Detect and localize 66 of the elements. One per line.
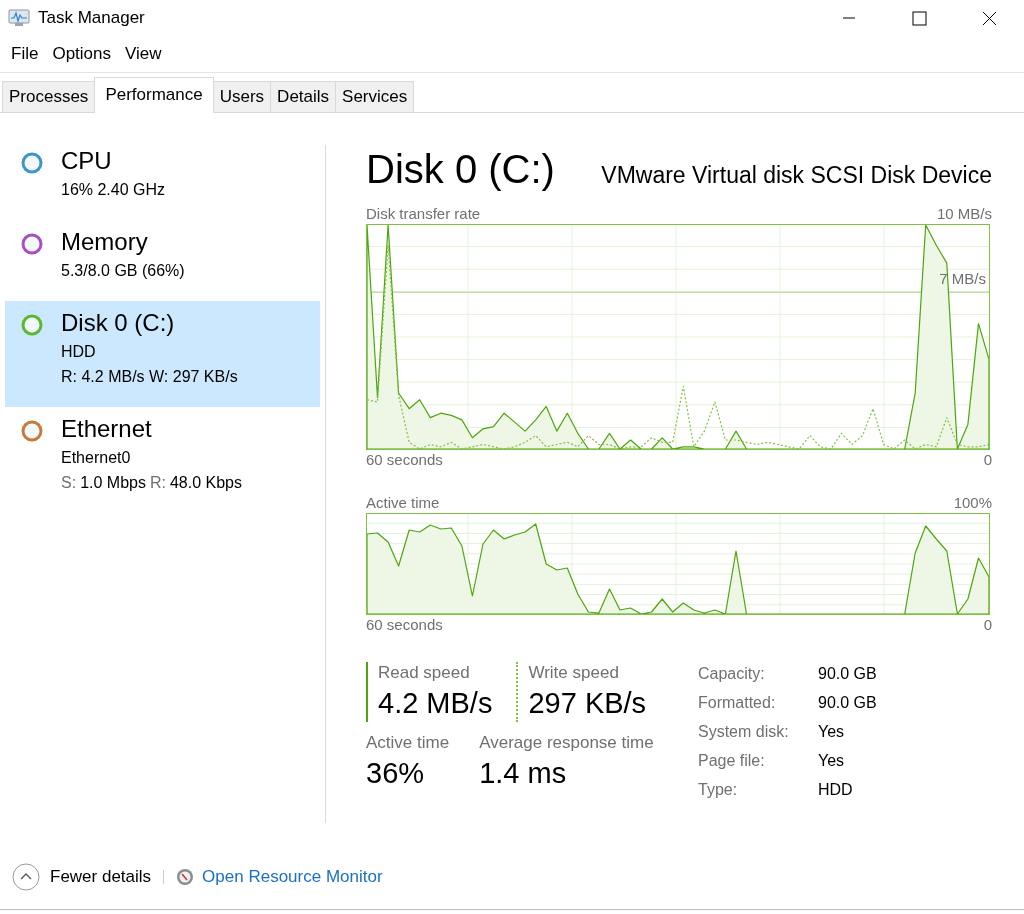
stat-label: Average response time <box>479 732 654 754</box>
time-span-label: 60 seconds <box>366 615 443 635</box>
item-detail: R: 4.2 MB/s W: 297 KB/s <box>61 367 239 387</box>
property-value: 90.0 GB <box>818 693 878 713</box>
property-value: HDD <box>818 780 854 800</box>
detail-value: 48.0 Kbps <box>169 473 242 493</box>
item-title: Memory <box>61 227 149 257</box>
property-label: System disk: <box>698 722 790 742</box>
item-title: Disk 0 (C:) <box>61 308 176 338</box>
sidebar-item[interactable]: Memory 5.3/8.0 GB (66%) <box>5 220 320 301</box>
device-name: VMware Virtual disk SCSI Disk Device <box>601 162 992 189</box>
axis-max-label: 10 MB/s <box>936 204 992 224</box>
fewer-details-button[interactable]: Fewer details <box>12 863 152 891</box>
stat-value: 1.4 ms <box>479 756 568 791</box>
axis-max-label: 100% <box>953 493 992 513</box>
app-icon <box>8 9 30 27</box>
stat-value: 36% <box>366 756 426 791</box>
stat-label: Read speed <box>378 662 471 684</box>
maximize-icon <box>911 10 927 26</box>
item-detail: 5.3/8.0 GB (66%) <box>61 261 186 281</box>
axis-label: 7 MB/s <box>939 270 986 288</box>
axis-zero-label: 0 <box>983 615 992 635</box>
property-label: Type: <box>698 780 739 800</box>
chart-title: Active time <box>366 493 440 513</box>
tab[interactable]: Performance <box>94 77 214 113</box>
property-label: Capacity: <box>698 664 766 684</box>
detail-label: R: <box>149 473 166 493</box>
gauge-icon <box>176 868 195 886</box>
tab[interactable]: Details <box>270 81 337 112</box>
item-title: Ethernet <box>61 414 153 444</box>
tab[interactable]: Users <box>212 81 272 112</box>
property-value: Yes <box>818 751 846 771</box>
time-span-label: 60 seconds <box>366 450 443 470</box>
detail-label: S: <box>61 473 77 493</box>
item-detail: HDD <box>61 342 97 362</box>
tab[interactable]: Processes <box>2 81 96 112</box>
property-label: Formatted: <box>698 693 777 713</box>
resource-monitor-link[interactable]: Open Resource Monitor <box>202 867 383 887</box>
property-value: 90.0 GB <box>818 664 878 684</box>
tab[interactable]: Services <box>335 81 415 112</box>
menu-item[interactable]: Options <box>45 44 118 64</box>
status-circle-icon <box>21 314 43 336</box>
property-value: Yes <box>818 722 846 742</box>
close-icon <box>981 10 997 26</box>
sidebar-item[interactable]: Ethernet Ethernet0 S: 1.0 Mbps R: 48.0 Kbps <box>5 407 320 513</box>
stat-label: Write speed <box>528 662 620 684</box>
axis-zero-label: 0 <box>983 450 992 470</box>
status-circle-icon <box>21 420 43 442</box>
status-circle-icon <box>21 233 43 255</box>
sidebar-item[interactable]: CPU 16% 2.40 GHz <box>5 113 320 220</box>
sidebar-item[interactable]: Disk 0 (C:) HDD R: 4.2 MB/s W: 297 KB/s <box>5 301 320 407</box>
stat-label: Active time <box>366 732 450 754</box>
chevron-up-icon <box>12 863 40 891</box>
detail-value: 1.0 Mbps <box>80 473 146 493</box>
chart-title: Disk transfer rate <box>366 204 481 224</box>
window-title: Task Manager <box>38 8 145 28</box>
item-title: CPU <box>61 146 113 176</box>
property-label: Page file: <box>698 751 766 771</box>
menu-item[interactable]: File <box>4 44 46 64</box>
menu-item[interactable]: View <box>118 44 169 64</box>
item-detail: 16% 2.40 GHz <box>61 180 167 200</box>
item-detail: Ethernet0 <box>61 448 132 468</box>
status-circle-icon <box>21 152 43 174</box>
stat-value: 297 KB/s <box>528 686 647 721</box>
device-title: Disk 0 (C:) <box>366 147 555 192</box>
stat-value: 4.2 MB/s <box>378 686 493 721</box>
